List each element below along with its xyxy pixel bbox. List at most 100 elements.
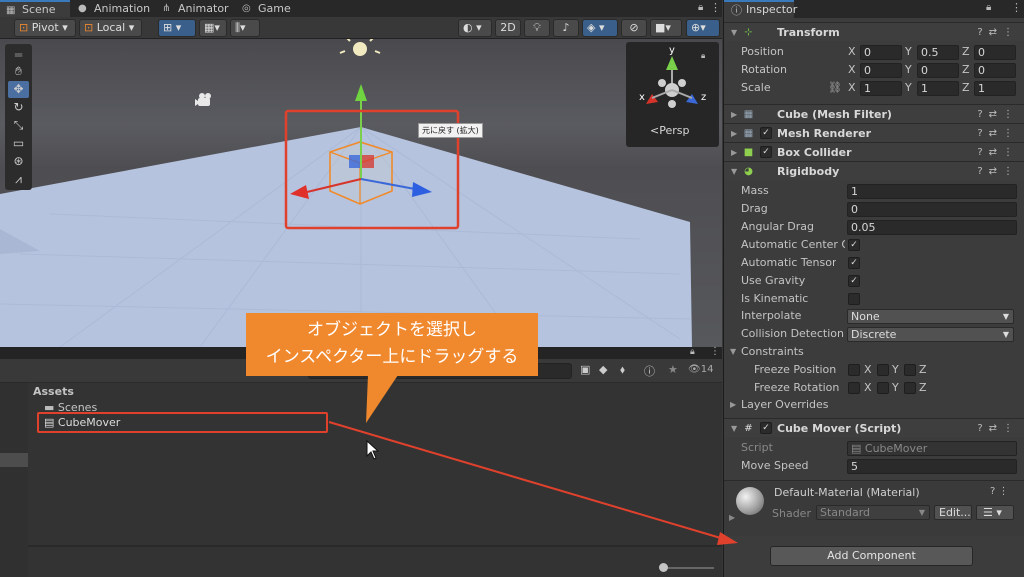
project-more-icon[interactable]: ⋮ xyxy=(710,346,720,357)
camera-dropdown[interactable]: ■▾ xyxy=(650,19,682,37)
inspector-lock-icon[interactable]: 🔒︎ xyxy=(986,2,991,13)
effects-dropdown[interactable]: ◈ ▾ xyxy=(582,19,618,37)
mesh-renderer-header[interactable]: ▶ ▦ ✓ Mesh Renderer ?⇄⋮ xyxy=(724,123,1024,142)
zoom-slider-track[interactable] xyxy=(660,567,714,569)
shader-dropdown[interactable]: Standard ▼ xyxy=(816,505,930,520)
add-component-button[interactable]: Add Component xyxy=(770,546,973,566)
position-y-field[interactable]: 0.5 xyxy=(917,45,959,60)
is-kinematic-checkbox[interactable] xyxy=(848,293,860,305)
rotation-x-field[interactable]: 0 xyxy=(860,63,902,78)
2d-toggle-button[interactable]: 2D xyxy=(495,19,521,37)
scene-viewport[interactable]: ═ ✋︎ ✥ ↻ ⤡ ▭ ⊛ ⩘ y x z 🔒︎ <Persp 元に戻す (拡… xyxy=(0,39,722,347)
cube-mover-enabled-checkbox[interactable]: ✓ xyxy=(760,422,772,434)
cube-mover-header[interactable]: ▼ # ✓ Cube Mover (Script) ?⇄⋮ xyxy=(724,418,1024,437)
project-lock-icon[interactable]: 🔒︎ xyxy=(690,347,695,357)
box-collider-enabled-checkbox[interactable]: ✓ xyxy=(760,146,772,158)
component-header-icons[interactable]: ?⇄⋮ xyxy=(977,105,1019,124)
position-x-field[interactable]: 0 xyxy=(860,45,902,60)
persp-toggle[interactable]: <Persp xyxy=(650,124,689,137)
freeze-rot-z-checkbox[interactable] xyxy=(904,382,916,394)
freeze-rot-y-checkbox[interactable] xyxy=(877,382,889,394)
rotation-z-field[interactable]: 0 xyxy=(974,63,1016,78)
rigidbody-header[interactable]: ▼ ◕ Rigidbody ?⇄⋮ xyxy=(724,161,1024,180)
transform-tool-icon[interactable]: ⊛ xyxy=(8,153,29,170)
transform-header[interactable]: ▼ ⊹ Transform ?⇄⋮ xyxy=(724,22,1024,41)
local-dropdown[interactable]: ⊡ Local ▾ xyxy=(79,19,142,37)
mesh-filter-header[interactable]: ▶ ▦ Cube (Mesh Filter) ?⇄⋮ xyxy=(724,104,1024,123)
increment-snap-button[interactable]: ⫼▾ xyxy=(230,19,260,37)
zoom-slider-handle[interactable] xyxy=(659,563,668,572)
scale-z-field[interactable]: 1 xyxy=(974,81,1016,96)
tag-icon[interactable]: ⬧ xyxy=(620,363,625,377)
script-reference-field[interactable]: ▤ CubeMover xyxy=(847,441,1017,456)
auto-tensor-checkbox[interactable]: ✓ xyxy=(848,257,860,269)
hidden-packages-counter[interactable]: 👁︎14 xyxy=(688,364,713,375)
hand-tool-icon[interactable]: ✋︎ xyxy=(8,63,29,80)
custom-tool-icon[interactable]: ⩘ xyxy=(8,171,29,188)
more-menu-icon[interactable]: ⋮ xyxy=(710,1,721,14)
material-options-dropdown[interactable]: ☰ ▾ xyxy=(976,505,1014,520)
increment-snap-icon: ⫼▾ xyxy=(235,21,246,34)
search-by-type-icon[interactable]: ▣ xyxy=(580,363,590,376)
audio-toggle-button[interactable]: ♪ xyxy=(553,19,579,37)
constraints-row[interactable]: ▼ Constraints xyxy=(724,343,1024,361)
component-header-icons[interactable]: ?⇄⋮ xyxy=(977,23,1019,42)
component-header-icons[interactable]: ?⇄⋮ xyxy=(977,419,1019,438)
position-z-field[interactable]: 0 xyxy=(974,45,1016,60)
move-speed-field[interactable]: 5 xyxy=(847,459,1017,474)
angular-drag-field[interactable]: 0.05 xyxy=(847,220,1017,235)
auto-center-checkbox[interactable]: ✓ xyxy=(848,239,860,251)
list-item-cubemover[interactable]: ▤ CubeMover xyxy=(44,416,120,429)
search-by-label-icon[interactable]: ◆ xyxy=(599,363,607,376)
layer-overrides-row[interactable]: ▶ Layer Overrides xyxy=(724,396,1024,414)
directional-light-icon[interactable] xyxy=(339,39,381,56)
hidden-objects-button[interactable]: ⊘ xyxy=(621,19,647,37)
rect-tool-icon[interactable]: ▭ xyxy=(8,135,29,152)
collision-detection-dropdown[interactable]: Discrete ▼ xyxy=(847,327,1014,342)
rotate-tool-icon[interactable]: ↻ xyxy=(8,99,29,116)
tab-scene[interactable]: ▦ Scene xyxy=(0,0,70,17)
interpolate-dropdown[interactable]: None ▼ xyxy=(847,309,1014,324)
tab-game[interactable]: ◎ Game xyxy=(236,0,296,17)
component-header-icons[interactable]: ?⇄⋮ xyxy=(977,124,1019,143)
component-header-icons[interactable]: ?⇄⋮ xyxy=(977,162,1019,181)
axis-x-label: X xyxy=(864,381,872,394)
drag-field[interactable]: 0 xyxy=(847,202,1017,217)
box-collider-header[interactable]: ▶ ■ ✓ Box Collider ?⇄⋮ xyxy=(724,142,1024,161)
use-gravity-checkbox[interactable]: ✓ xyxy=(848,275,860,287)
lock-icon[interactable]: 🔒︎ xyxy=(698,2,703,13)
freeze-rot-x-checkbox[interactable] xyxy=(848,382,860,394)
lighting-toggle-button[interactable]: 💡︎ xyxy=(524,19,550,37)
camera-gizmo-icon[interactable] xyxy=(195,93,211,106)
draw-mode-dropdown[interactable]: ◐ ▾ xyxy=(458,19,492,37)
scale-x-field[interactable]: 1 xyxy=(860,81,902,96)
scale-tool-icon[interactable]: ⤡ xyxy=(8,117,29,134)
component-header-icons[interactable]: ?⇄⋮ xyxy=(977,143,1019,162)
grid-visibility-button[interactable]: ▦▾ xyxy=(199,19,227,37)
material-header-icons[interactable]: ? ⋮ xyxy=(990,486,1009,497)
orientation-gizmo[interactable]: y x z 🔒︎ <Persp xyxy=(626,42,719,147)
pivot-dropdown[interactable]: ⊡ Pivot ▾ xyxy=(14,19,76,37)
scale-y-field[interactable]: 1 xyxy=(917,81,959,96)
expand-arrow-icon[interactable]: ▶ xyxy=(729,513,735,522)
gizmos-dropdown[interactable]: ⊕▾ xyxy=(686,19,720,37)
freeze-pos-y-checkbox[interactable] xyxy=(877,364,889,376)
tab-animation[interactable]: ● Animation xyxy=(72,0,150,17)
inspector-more-icon[interactable]: ⋮ xyxy=(1011,1,1022,14)
mesh-renderer-enabled-checkbox[interactable]: ✓ xyxy=(760,127,772,139)
edit-shader-button[interactable]: Edit... xyxy=(934,505,972,520)
move-tool-icon[interactable]: ✥ xyxy=(8,81,29,98)
expand-arrow-icon: ▶ xyxy=(730,400,737,409)
tab-animator[interactable]: ⋔ Animator xyxy=(156,0,229,17)
warning-icon[interactable]: ⓘ xyxy=(644,363,655,379)
favorite-star-icon[interactable]: ★ xyxy=(668,363,678,376)
freeze-pos-z-checkbox[interactable] xyxy=(904,364,916,376)
rotation-y-field[interactable]: 0 xyxy=(917,63,959,78)
constrain-proportions-icon[interactable]: ⛓︎ xyxy=(828,79,842,97)
gizmo-lock-icon[interactable]: 🔒︎ xyxy=(701,51,705,61)
snap-grid-button[interactable]: ⊞ ▾ xyxy=(158,19,196,37)
palette-handle-icon[interactable]: ═ xyxy=(8,47,29,64)
freeze-pos-x-checkbox[interactable] xyxy=(848,364,860,376)
mass-field[interactable]: 1 xyxy=(847,184,1017,199)
project-folder-tree[interactable] xyxy=(0,383,28,577)
